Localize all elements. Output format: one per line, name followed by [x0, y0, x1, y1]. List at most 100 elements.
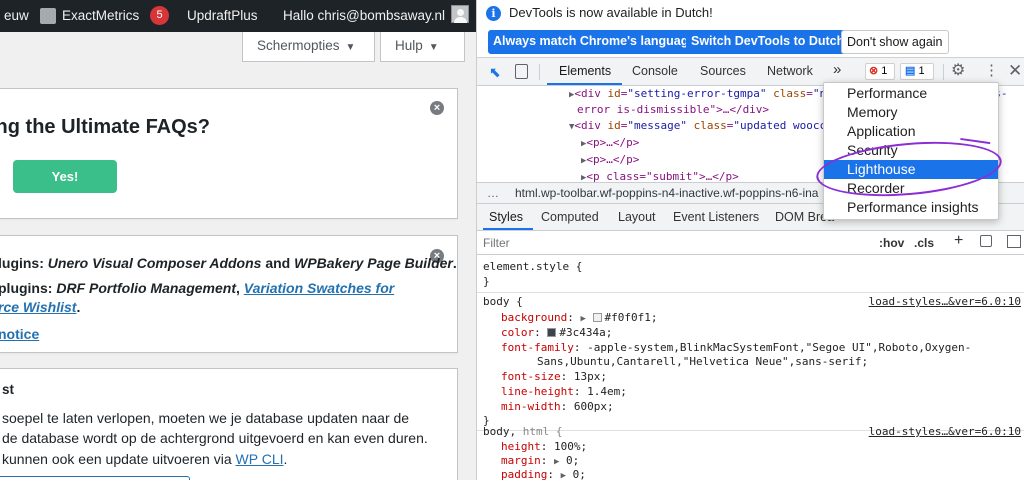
property-name: margin [501, 454, 541, 467]
dom-node[interactable]: ▶<p class="submit">…</p> [581, 169, 739, 182]
breadcrumb-item[interactable]: html.wp-toolbar.wf-poppins-n4-inactive.w… [515, 186, 818, 200]
db-notice-title: st [2, 382, 15, 397]
rule-divider [477, 292, 1024, 293]
filter-input[interactable] [483, 234, 783, 251]
property-name: font-size [501, 370, 561, 383]
yes-button[interactable]: Yes! [13, 160, 117, 193]
adminbar-greeting[interactable]: Hallo chris@bombsaway.nl [283, 8, 445, 23]
styles-filter-bar: :hov .cls + [477, 231, 1024, 255]
color-swatch[interactable] [547, 328, 557, 337]
plugin-name: Unero Visual Composer Addons [47, 255, 262, 271]
selector-part: body, [483, 425, 523, 438]
plugins-notice-line-2: plugins: DRF Portfolio Management, Varia… [0, 280, 394, 296]
update-database-button[interactable] [0, 476, 190, 480]
paint-brush-icon[interactable] [980, 235, 992, 247]
db-notice-line-3: kunnen ook een update uitvoeren via WP C… [2, 451, 287, 467]
css-declaration[interactable]: line-height: 1.4em; [501, 384, 627, 399]
more-tabs-button[interactable]: » [833, 61, 841, 78]
help-label: Hulp [395, 38, 423, 53]
faq-notice-title: ing the Ultimate FAQs? [0, 116, 211, 138]
color-swatch[interactable] [592, 313, 602, 322]
errors-counter[interactable]: ⊗ 1 [865, 63, 895, 80]
adminbar-item-fragment[interactable]: euw [4, 8, 29, 23]
stylesheet-source-link[interactable]: load-styles…&ver=6.0:10 [869, 424, 1021, 439]
plugin-link[interactable]: rce Wishlist [0, 299, 76, 315]
inspect-element-icon[interactable]: ⬉ [489, 65, 501, 79]
css-declaration[interactable]: min-width: 600px; [501, 399, 614, 414]
toggle-sidebar-icon[interactable] [1007, 235, 1021, 248]
message-icon: ▤ [905, 65, 916, 77]
tab-network[interactable]: Network [767, 64, 813, 78]
error-icon: ⊗ [869, 65, 879, 77]
more-options-icon[interactable]: ⋮ [984, 63, 999, 78]
toolbar-divider [943, 64, 944, 80]
dom-node[interactable]: ▶<p>…</p> [581, 152, 639, 170]
expand-triangle-icon[interactable]: ▶ [561, 471, 566, 480]
attr-name: id [607, 119, 621, 132]
adminbar-exactmetrics[interactable]: ExactMetrics [62, 8, 139, 23]
help-button[interactable]: Hulp ▼ [380, 32, 465, 62]
attr-value: "setting-error-tgmpa" [627, 87, 767, 100]
active-tab-indicator [483, 228, 533, 230]
dom-node[interactable]: ▶<div id="setting-error-tgmpa" class="n [569, 86, 826, 104]
dom-node-continuation[interactable]: error is-dismissible">…</div> [577, 102, 769, 119]
dom-node[interactable]: ▼<div id="message" class="updated woocc [569, 118, 826, 136]
class-toggle[interactable]: .cls [914, 236, 934, 250]
db-notice-text: kunnen ook een update uitvoeren via [2, 451, 236, 467]
css-declaration[interactable]: font-family: -apple-system,BlinkMacSyste… [501, 340, 971, 355]
db-notice-line-2: de database wordt op de achtergrond uitg… [2, 430, 428, 446]
plugins-notice-line-4: notice [0, 326, 39, 342]
property-name: color [501, 326, 535, 339]
device-toolbar-icon[interactable] [515, 64, 528, 79]
tab-event-listeners[interactable]: Event Listeners [673, 210, 759, 224]
adminbar-updraftplus[interactable]: UpdraftPlus [187, 8, 258, 23]
tab-computed[interactable]: Computed [541, 210, 599, 224]
menu-item-memory[interactable]: Memory [824, 103, 998, 122]
expand-triangle-icon[interactable]: ▶ [580, 314, 585, 324]
dont-show-again-button[interactable]: Don't show again [841, 30, 949, 54]
expand-triangle-icon[interactable]: ▶ [554, 457, 559, 467]
devtools-pane: i DevTools is now available in Dutch! Al… [476, 0, 1024, 480]
dismiss-icon[interactable]: × [430, 101, 444, 115]
plugin-name: DRF Portfolio Management [56, 280, 236, 296]
tab-layout[interactable]: Layout [618, 210, 656, 224]
css-declaration[interactable]: padding: ▶ 0; [501, 467, 586, 480]
tab-console[interactable]: Console [632, 64, 678, 78]
wp-cli-link[interactable]: WP CLI [236, 451, 284, 467]
css-declaration[interactable]: color: #3c434a; [501, 325, 612, 340]
close-icon[interactable]: ✕ [1008, 62, 1022, 79]
selector-part: html { [522, 425, 563, 438]
required-plugins-label: lugins: [0, 255, 48, 271]
plugin-link[interactable]: Variation Swatches for [244, 280, 394, 296]
tab-sources[interactable]: Sources [700, 64, 746, 78]
css-declaration[interactable]: font-size: 13px; [501, 369, 607, 384]
attr-value: "updated woocc [733, 119, 827, 132]
match-chrome-language-button[interactable]: Always match Chrome's language [488, 30, 701, 54]
menu-item-performance[interactable]: Performance [824, 84, 998, 103]
dom-node[interactable]: ▶<p>…</p> [581, 135, 639, 153]
screen-options-button[interactable]: Schermopties ▼ [242, 32, 375, 62]
new-style-rule-icon[interactable]: + [954, 232, 963, 250]
stylesheet-source-link[interactable]: load-styles…&ver=6.0:10 [869, 294, 1021, 309]
dismiss-notice-link[interactable]: notice [0, 326, 39, 342]
tab-elements[interactable]: Elements [559, 64, 611, 78]
messages-counter[interactable]: ▤ 1 [900, 63, 934, 80]
menu-item-application[interactable]: Application [824, 122, 998, 141]
tag-name: <p class="submit">…</p> [586, 170, 739, 182]
body-html-rule-selector[interactable]: body, html { [483, 424, 563, 439]
avatar[interactable] [451, 5, 469, 23]
hover-state-toggle[interactable]: :hov [879, 236, 904, 250]
switch-to-dutch-button[interactable]: Switch DevTools to Dutch [686, 30, 850, 54]
menu-item-performance-insights[interactable]: Performance insights [824, 198, 998, 217]
period-text: . [283, 451, 288, 467]
css-declaration[interactable]: height: 100%; [501, 439, 587, 454]
body-rule-selector[interactable]: body { [483, 294, 523, 309]
breadcrumb-ellipsis[interactable]: … [487, 186, 499, 200]
property-name: height [501, 440, 541, 453]
tab-styles[interactable]: Styles [489, 210, 523, 224]
element-style-selector[interactable]: element.style { [483, 259, 582, 274]
info-icon: i [486, 6, 501, 21]
attr-name: class [766, 87, 807, 100]
plugins-notice-line-3: rce Wishlist. [0, 299, 80, 315]
settings-gear-icon[interactable]: ⚙ [951, 63, 965, 79]
